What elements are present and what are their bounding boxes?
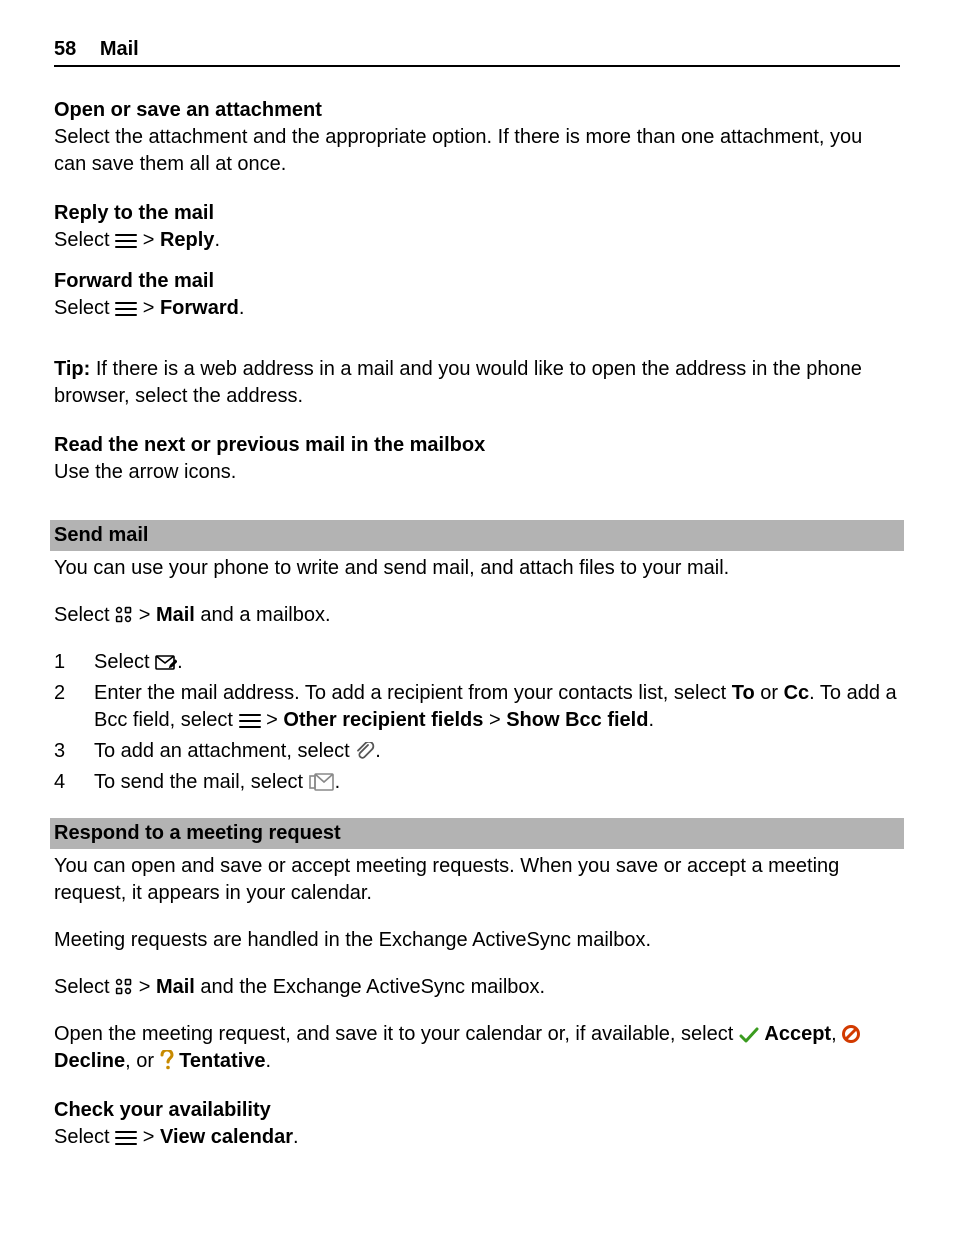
heading-read-next: Read the next or previous mail in the ma… [54,432,900,459]
text: , [831,1023,842,1045]
action-tentative: Tentative [179,1050,265,1072]
send-mail-steps: 1 Select . 2 Enter the mail address. To … [54,649,900,796]
chapter-title: Mail [100,38,139,60]
text: > [143,229,160,251]
step-number: 4 [54,769,94,796]
body-read-next: Use the arrow icons. [54,459,900,486]
action-accept: Accept [764,1023,831,1045]
options-menu-icon [239,713,261,729]
step-number: 2 [54,680,94,734]
meeting-p2: Meeting requests are handled in the Exch… [54,927,900,954]
step-2: 2 Enter the mail address. To add a recip… [54,680,900,734]
section-open-attachment: Open or save an attachment Select the at… [54,97,900,178]
body-open-attachment: Select the attachment and the appropriat… [54,124,900,178]
section-forward: Forward the mail Select > Forward. [54,268,900,322]
step-body: To send the mail, select . [94,769,900,796]
options-menu-icon [115,1130,137,1146]
text: Select [54,1126,115,1148]
page: 58 Mail Open or save an attachment Selec… [0,0,954,1258]
send-mail-select: Select > Mail and a mailbox. [54,602,900,629]
text: or [755,682,784,704]
text: > [143,297,160,319]
options-menu-icon [115,233,137,249]
text: . [375,740,381,762]
step-number: 1 [54,649,94,676]
tentative-question-icon [160,1050,174,1070]
text: . [648,709,654,731]
text: > [266,709,283,731]
text: . [177,651,183,673]
body-forward: Select > Forward. [54,295,900,322]
decline-prohibit-icon [842,1025,860,1043]
text: Select [94,651,155,673]
meeting-p1: You can open and save or accept meeting … [54,853,900,907]
apps-menu-icon [115,978,133,996]
text: . [266,1050,272,1072]
text: Open the meeting request, and save it to… [54,1023,739,1045]
body-check-availability: Select > View calendar. [54,1124,900,1151]
heading-reply: Reply to the mail [54,200,900,227]
text: If there is a web address in a mail and … [54,358,862,407]
section-check-availability: Check your availability Select > View ca… [54,1097,900,1151]
menu-item-show-bcc: Show Bcc field [506,709,648,731]
text: Select [54,229,115,251]
send-mail-intro: You can use your phone to write and send… [54,555,900,582]
text: > [143,1126,160,1148]
step-body: Enter the mail address. To add a recipie… [94,680,900,734]
meeting-select: Select > Mail and the Exchange ActiveSyn… [54,974,900,1001]
text: > [483,709,506,731]
text: , or [125,1050,159,1072]
meeting-actions: Open the meeting request, and save it to… [54,1021,900,1075]
field-to: To [732,682,755,704]
action-decline: Decline [54,1050,125,1072]
menu-item-reply: Reply [160,229,214,251]
text: . [214,229,220,251]
menu-item-view-calendar: View calendar [160,1126,293,1148]
text: To add an attachment, select [94,740,355,762]
page-number: 58 [54,38,76,60]
text: > [139,604,156,626]
menu-item-mail: Mail [156,976,195,998]
tip-block: Tip: If there is a web address in a mail… [54,356,900,410]
step-4: 4 To send the mail, select . [54,769,900,796]
text: Select [54,976,115,998]
menu-item-mail: Mail [156,604,195,626]
step-number: 3 [54,738,94,765]
text: . [239,297,245,319]
field-cc: Cc [784,682,810,704]
options-menu-icon [115,301,137,317]
text: To send the mail, select [94,771,309,793]
accept-check-icon [739,1027,759,1043]
apps-menu-icon [115,606,133,624]
text: Select [54,297,115,319]
menu-item-forward: Forward [160,297,239,319]
section-bar-send-mail: Send mail [50,520,904,551]
section-bar-meeting: Respond to a meeting request [50,818,904,849]
text: > [139,976,156,998]
step-3: 3 To add an attachment, select . [54,738,900,765]
tip-label: Tip: [54,358,90,380]
heading-open-attachment: Open or save an attachment [54,97,900,124]
step-1: 1 Select . [54,649,900,676]
text: . [293,1126,299,1148]
menu-item-other-recipient-fields: Other recipient fields [283,709,483,731]
heading-check-availability: Check your availability [54,1097,900,1124]
text: and a mailbox. [195,604,331,626]
compose-mail-icon [155,655,177,671]
send-mail-icon [309,773,335,791]
body-reply: Select > Reply. [54,227,900,254]
step-body: To add an attachment, select . [94,738,900,765]
attachment-icon [355,742,375,760]
text: and the Exchange ActiveSync mailbox. [195,976,545,998]
text: . [335,771,341,793]
text: Enter the mail address. To add a recipie… [94,682,732,704]
section-read-next: Read the next or previous mail in the ma… [54,432,900,486]
text: Select [54,604,115,626]
step-body: Select . [94,649,900,676]
heading-forward: Forward the mail [54,268,900,295]
section-reply: Reply to the mail Select > Reply. [54,200,900,254]
tip-text: Tip: If there is a web address in a mail… [54,356,900,410]
page-header: 58 Mail [54,36,900,67]
